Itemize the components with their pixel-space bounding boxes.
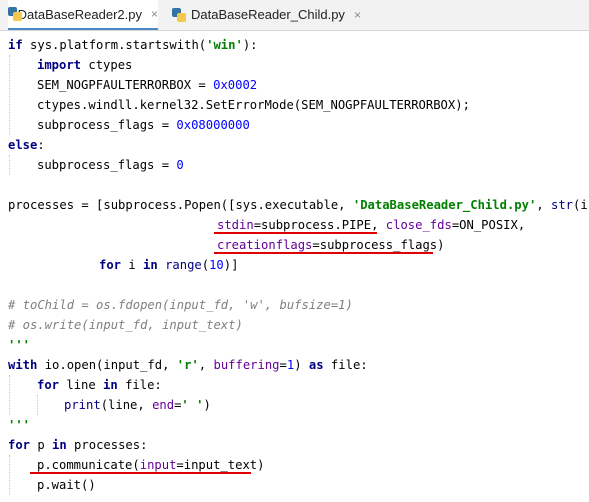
tab-databasereader2[interactable]: DataBaseReader2.py ×: [8, 0, 158, 30]
comment-line: # os.write(input_fd, input_text): [8, 318, 243, 332]
indent-guide: [9, 155, 10, 175]
tab-label: DataBaseReader_Child.py: [191, 7, 345, 22]
indent-guide: [9, 55, 10, 135]
code-line: for p in processes:: [8, 438, 148, 452]
code-line: subprocess_flags = 0: [37, 158, 184, 172]
code-line: SEM_NOGPFAULTERRORBOX = 0x0002: [37, 78, 258, 92]
tab-label: DataBaseReader2.py: [17, 6, 142, 22]
docstring-line: ''': [8, 418, 31, 432]
code-editor[interactable]: if sys.platform.startswith('win'): impor…: [0, 31, 589, 502]
code-line: subprocess_flags = 0x08000000: [37, 118, 250, 132]
tab-databasereader-child[interactable]: DataBaseReader_Child.py ×: [172, 0, 372, 29]
code-line: print(line, end=' '): [64, 398, 211, 412]
close-icon[interactable]: ×: [151, 7, 158, 21]
editor-tab-bar: DataBaseReader2.py × DataBaseReader_Chil…: [0, 0, 589, 31]
code-line: else:: [8, 138, 45, 152]
code-line: for i in range(10)]: [99, 258, 239, 272]
python-file-icon: [172, 7, 186, 22]
annotation-underline: [214, 252, 433, 254]
annotation-underline: [30, 472, 251, 474]
docstring-line: ''': [8, 338, 31, 352]
close-icon[interactable]: ×: [354, 8, 361, 22]
code-line: import ctypes: [37, 58, 133, 72]
annotation-underline: [214, 232, 377, 234]
indent-guide: [37, 395, 38, 415]
code-line: ctypes.windll.kernel32.SetErrorMode(SEM_…: [37, 98, 470, 112]
code-line: if sys.platform.startswith('win'):: [8, 38, 258, 52]
indent-guide: [9, 455, 10, 495]
python-file-icon: [8, 7, 22, 21]
code-line: processes = [subprocess.Popen([sys.execu…: [8, 198, 589, 212]
code-line: p.wait(): [37, 478, 96, 492]
indent-guide: [9, 375, 10, 415]
code-line: for line in file:: [37, 378, 162, 392]
code-line: with io.open(input_fd, 'r', buffering=1)…: [8, 358, 368, 372]
comment-line: # toChild = os.fdopen(input_fd, 'w', buf…: [8, 298, 353, 312]
